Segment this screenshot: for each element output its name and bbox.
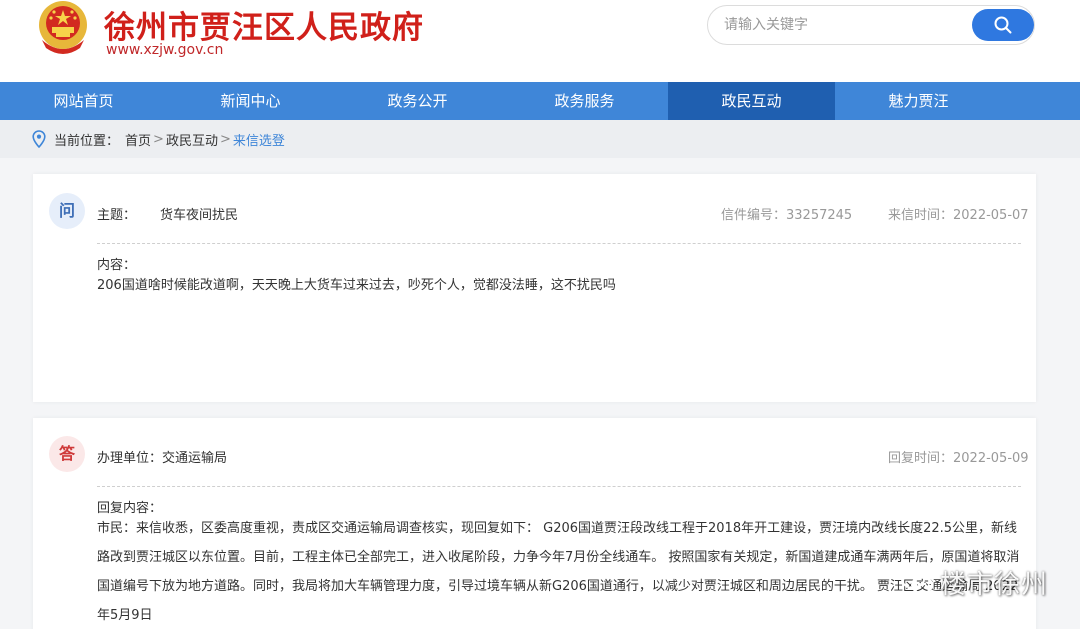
search-input[interactable]	[724, 14, 964, 36]
main-nav: 网站首页 新闻中心 政务公开 政务服务 政民互动 魅力贾汪	[0, 82, 1080, 120]
handling-unit: 办理单位：交通运输局	[97, 451, 228, 466]
reply-content: 市民：来信收悉，区委高度重视，责成区交通运输局调查核实，现回复如下： G206国…	[97, 521, 1020, 623]
question-card: 问 主题： 货车夜间扰民 信件编号：33257245 来信时间：2022-05-…	[33, 174, 1036, 402]
question-badge: 问	[49, 193, 85, 229]
watermark-text: 楼市徐州	[940, 569, 1049, 600]
search-icon	[994, 16, 1012, 34]
answer-badge: 答	[49, 436, 85, 472]
nav-item-gov-affairs[interactable]: 政务公开	[334, 82, 501, 120]
national-emblem-icon	[39, 1, 87, 54]
letter-number: 信件编号：33257245	[721, 208, 853, 223]
breadcrumb-separator: >	[219, 131, 231, 147]
divider	[97, 243, 1021, 244]
breadcrumb-prefix: 当前位置：	[54, 133, 120, 149]
nav-item-charm[interactable]: 魅力贾汪	[835, 82, 1002, 120]
breadcrumb-separator: >	[153, 131, 164, 147]
breadcrumb: 当前位置： 首页 > 政民互动 > 来信选登	[0, 120, 1080, 158]
reply-time: 回复时间：2022-05-09	[888, 451, 1029, 466]
search-button[interactable]	[972, 9, 1034, 41]
question-content: 206国道啥时候能改道啊，天天晚上大货车过来过去，吵死个人，觉都没法睡，这不扰民…	[97, 278, 616, 293]
nav-item-interaction[interactable]: 政民互动	[668, 82, 835, 120]
wechat-icon	[901, 569, 933, 594]
search-box	[707, 5, 1035, 45]
nav-item-news[interactable]: 新闻中心	[167, 82, 334, 120]
breadcrumb-home[interactable]: 首页	[125, 130, 151, 149]
nav-item-gov-service[interactable]: 政务服务	[501, 82, 668, 120]
location-pin-icon	[32, 130, 46, 148]
subject-value: 货车夜间扰民	[160, 208, 239, 223]
nav-item-home[interactable]: 网站首页	[0, 82, 167, 120]
breadcrumb-interaction[interactable]: 政民互动	[166, 130, 218, 149]
site-url: www.xzjw.gov.cn	[106, 42, 224, 58]
divider	[97, 486, 1021, 487]
subject-label: 主题：	[97, 208, 137, 223]
site-title: 徐州市贾汪区人民政府	[104, 10, 424, 46]
site-header: 徐州市贾汪区人民政府 www.xzjw.gov.cn	[0, 0, 1080, 82]
breadcrumb-current[interactable]: 来信选登	[233, 130, 285, 149]
sent-time: 来信时间：2022-05-07	[888, 208, 1029, 223]
nav-filler	[1002, 82, 1080, 120]
answer-card: 答 办理单位：交通运输局 回复时间：2022-05-09 回复内容： 市民：来信…	[33, 418, 1036, 629]
watermark: 楼市徐州	[900, 562, 1048, 602]
